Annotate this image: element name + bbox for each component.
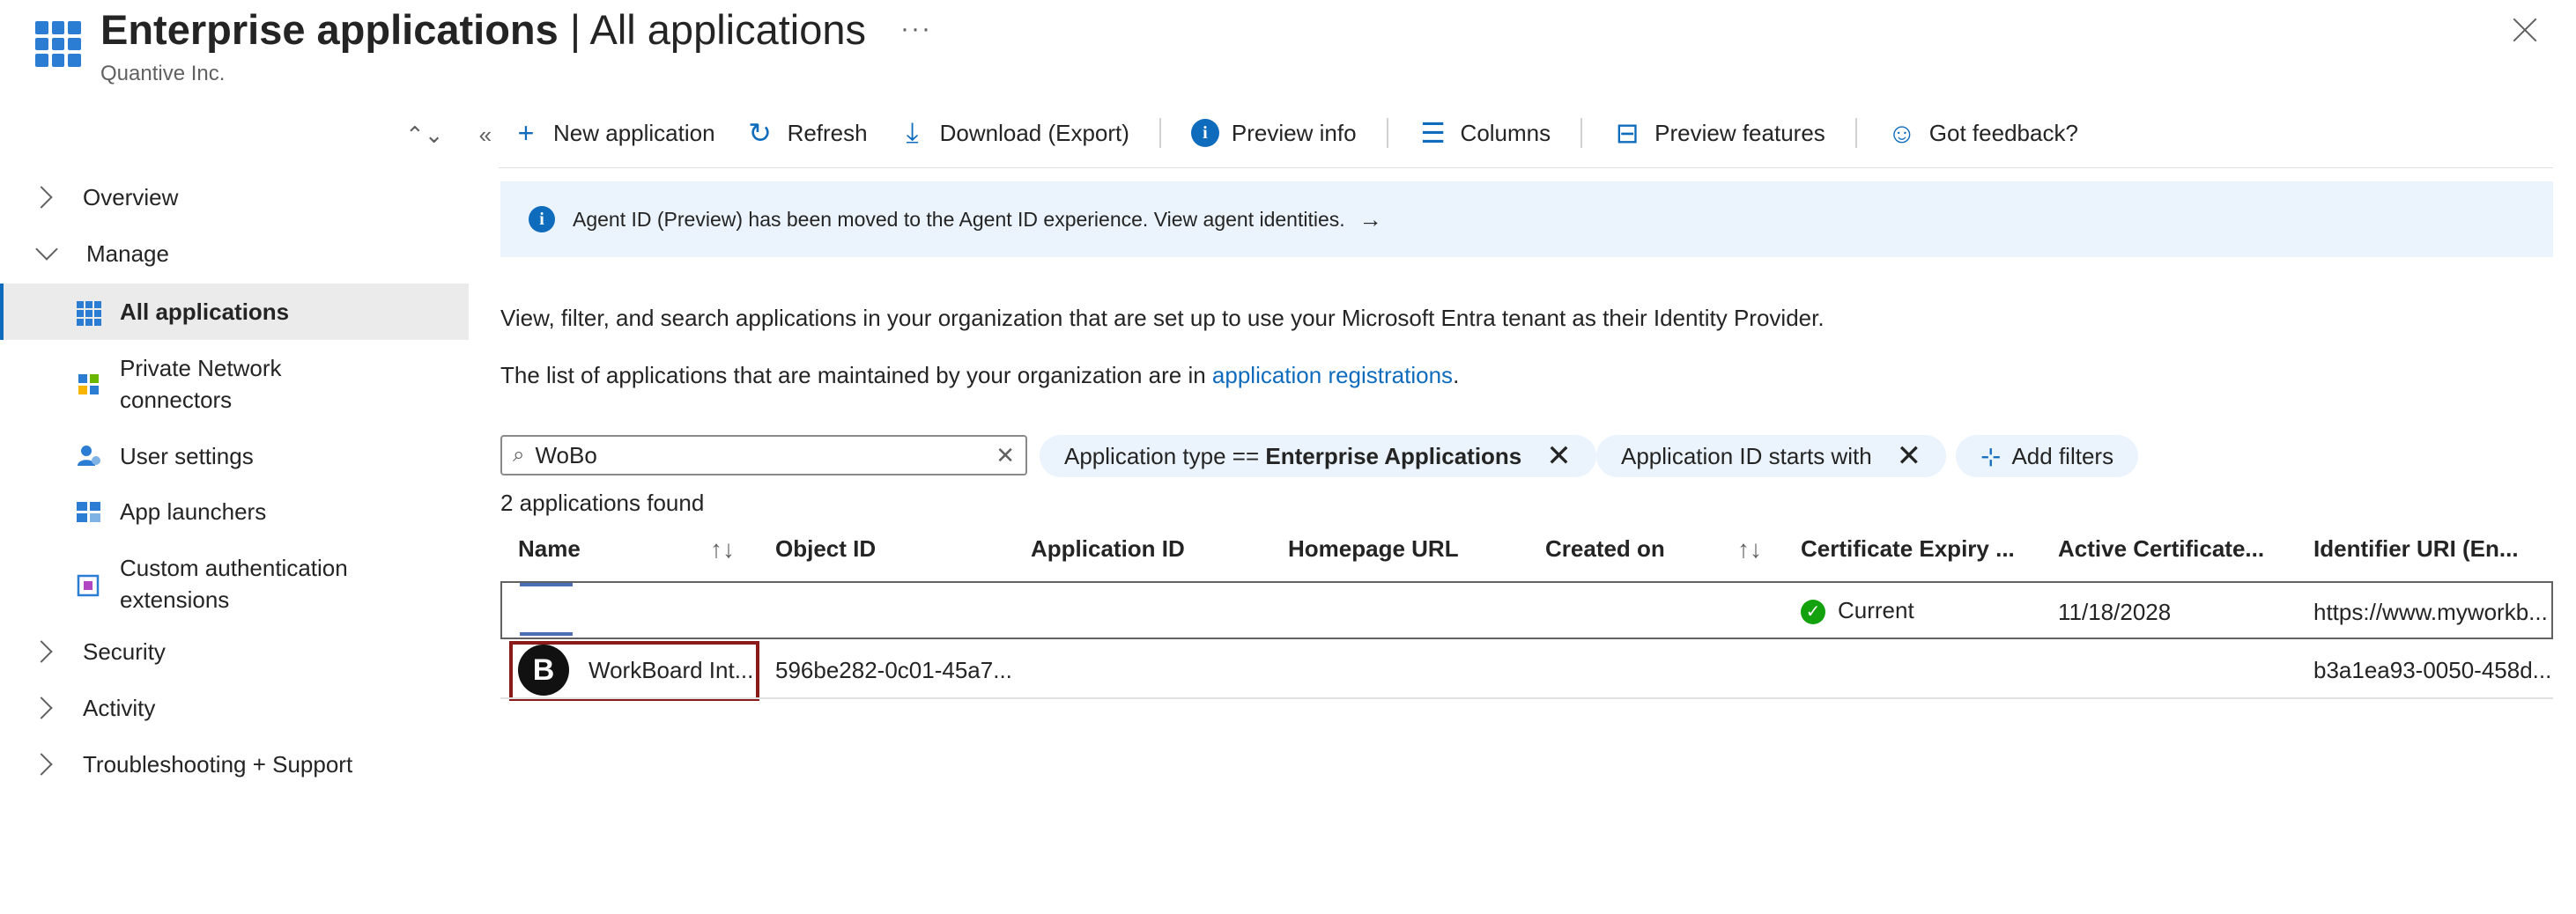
columns-button[interactable]: ☰ Columns <box>1418 116 1551 150</box>
feedback-icon: ☺ <box>1887 116 1917 149</box>
toolbar-divider <box>1854 118 1857 148</box>
refresh-button[interactable]: ↻ Refresh <box>745 116 867 150</box>
column-header-active-cert[interactable]: Active Certificate... <box>2058 535 2264 563</box>
sort-icon[interactable]: ↑↓ <box>710 535 735 564</box>
command-bar: + New application ↻ Refresh ⤓ Download (Exp… <box>511 116 2108 150</box>
row-accent <box>520 632 573 636</box>
arrow-right-icon[interactable]: → <box>1359 206 1382 233</box>
sidebar-item-overview[interactable]: Overview <box>0 181 465 213</box>
sidebar-item-private-network[interactable]: Private Network connectors <box>0 352 370 416</box>
search-box: ⌕ ✕ <box>500 435 1027 475</box>
sidebar-item-security[interactable]: Security <box>0 636 465 667</box>
chevron-right-icon <box>30 640 53 663</box>
results-count: 2 applications found <box>500 490 705 516</box>
column-header-identifier-uri[interactable]: Identifier URI (En... <box>2313 535 2519 563</box>
new-application-button[interactable]: + New application <box>511 117 715 150</box>
close-icon[interactable] <box>2509 14 2541 46</box>
app-launcher-icon <box>77 502 100 522</box>
preview-features-button[interactable]: ⊟ Preview features <box>1612 116 1825 150</box>
info-banner: i Agent ID (Preview) has been moved to t… <box>500 181 2553 257</box>
description-text: View, filter, and search applications in… <box>500 305 1825 331</box>
clear-search-icon[interactable]: ✕ <box>996 442 1015 469</box>
remove-filter-icon[interactable]: ✕ <box>1897 439 1922 474</box>
active-cert-date: 11/18/2028 <box>2058 599 2172 625</box>
extension-icon <box>77 574 100 597</box>
registrations-text: The list of applications that are mainta… <box>500 362 1460 388</box>
toolbar-divider <box>1386 118 1388 148</box>
feedback-button[interactable]: ☺ Got feedback? <box>1887 116 2077 150</box>
download-icon: ⤓ <box>906 116 919 148</box>
chevron-right-icon <box>30 697 53 719</box>
column-header-name[interactable]: Name <box>518 535 581 563</box>
chevron-right-icon <box>30 186 53 209</box>
sidebar-item-troubleshooting[interactable]: Troubleshooting + Support <box>0 748 465 780</box>
toolbar-divider <box>1580 118 1583 148</box>
sidebar-item-custom-auth-extensions[interactable]: Custom authentication extensions <box>0 552 370 615</box>
user-settings-icon <box>78 446 100 466</box>
row-divider <box>500 697 2553 699</box>
more-options-icon[interactable]: ··· <box>900 14 932 44</box>
toolbar-divider-line <box>499 167 2553 168</box>
expand-collapse-icon[interactable]: ⌃⌄ <box>405 122 444 148</box>
chevron-right-icon <box>30 753 53 776</box>
page-title: Enterprise applications | All applicatio… <box>100 6 867 53</box>
sidebar-item-user-settings[interactable]: User settings <box>0 440 465 472</box>
column-header-homepage-url[interactable]: Homepage URL <box>1288 535 1459 563</box>
preview-info-button[interactable]: i Preview info <box>1190 119 1357 147</box>
preview-features-icon: ⊟ <box>1615 117 1640 149</box>
identifier-uri: https://www.myworkb... <box>2313 599 2548 625</box>
sort-icon[interactable]: ↑↓ <box>1737 535 1762 564</box>
add-filters-button[interactable]: ⊹ Add filters <box>1956 435 2139 477</box>
identifier-uri: b3a1ea93-0050-458d... <box>2313 657 2552 683</box>
table-row[interactable] <box>500 581 2553 639</box>
row-accent <box>520 583 573 586</box>
sidebar-item-all-applications[interactable]: All applications <box>0 284 469 340</box>
filter-app-type[interactable]: Application type == Enterprise Applicati… <box>1040 435 1596 477</box>
nav-tools: ⌃⌄ « <box>370 122 492 149</box>
refresh-icon: ↻ <box>748 117 772 149</box>
object-id: 596be282-0c01-45a7... <box>775 657 1012 683</box>
cert-status: ✓ Current <box>1801 597 1914 625</box>
tenant-name: Quantive Inc. <box>100 62 226 85</box>
toolbar-divider <box>1158 118 1161 148</box>
columns-icon: ☰ <box>1420 117 1446 149</box>
enterprise-apps-grid-icon <box>35 21 81 67</box>
filter-app-id[interactable]: Application ID starts with ✕ <box>1596 435 1947 477</box>
column-header-cert-expiry[interactable]: Certificate Expiry ... <box>1801 535 2015 563</box>
plus-icon: + <box>517 116 535 149</box>
info-icon: i <box>1190 119 1219 147</box>
highlight-box <box>509 641 759 701</box>
checkmark-icon: ✓ <box>1801 600 1825 625</box>
sidebar-item-app-launchers[interactable]: App launchers <box>0 496 465 527</box>
column-header-object-id[interactable]: Object ID <box>775 535 876 563</box>
collapse-sidebar-icon[interactable]: « <box>479 122 492 148</box>
remove-filter-icon[interactable]: ✕ <box>1546 439 1572 474</box>
column-header-application-id[interactable]: Application ID <box>1031 535 1185 563</box>
chevron-down-icon <box>35 238 58 261</box>
grid-icon <box>77 300 101 326</box>
sidebar-item-manage[interactable]: Manage <box>0 238 465 269</box>
sidebar-item-activity[interactable]: Activity <box>0 692 465 724</box>
app-registrations-link[interactable]: application registrations <box>1212 362 1453 388</box>
info-icon: i <box>529 206 555 232</box>
add-filter-icon: ⊹ <box>1980 442 2002 470</box>
search-icon: ⌕ <box>513 443 525 467</box>
search-input[interactable] <box>533 440 996 470</box>
network-icon <box>78 374 99 394</box>
download-button[interactable]: ⤓ Download (Export) <box>898 116 1129 150</box>
column-header-created-on[interactable]: Created on <box>1545 535 1665 563</box>
